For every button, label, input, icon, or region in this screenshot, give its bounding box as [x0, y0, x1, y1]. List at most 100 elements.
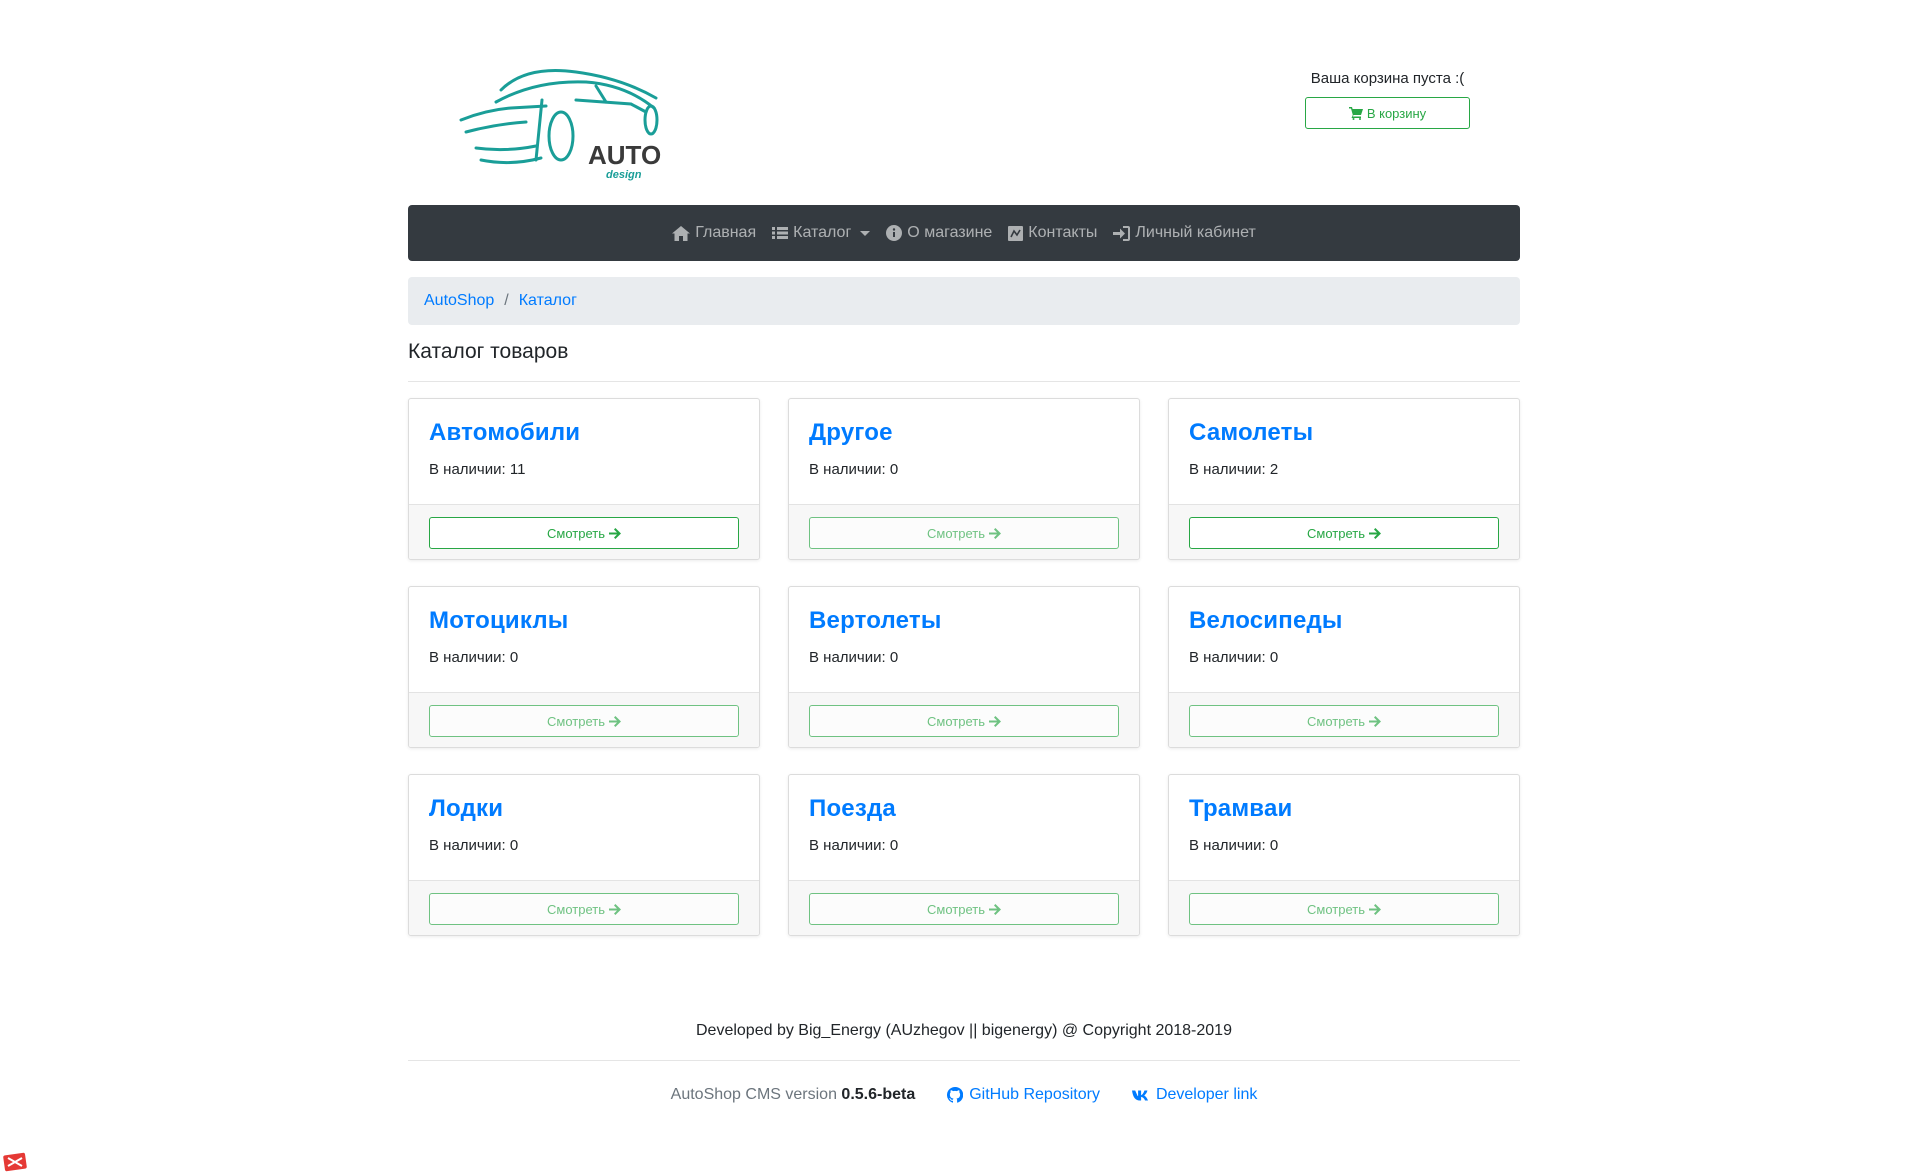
version-info: AutoShop CMS version 0.5.6-beta	[671, 1086, 916, 1104]
breadcrumb: AutoShop / Каталог	[408, 277, 1520, 325]
view-button[interactable]: Смотреть	[1189, 893, 1499, 925]
view-button[interactable]: Смотреть	[429, 705, 739, 737]
chevron-down-icon	[860, 230, 871, 236]
card-title[interactable]: Велосипеды	[1189, 607, 1499, 635]
card-footer: Смотреть	[789, 881, 1139, 935]
view-button-label: Смотреть	[927, 713, 985, 729]
page-title: Каталог товаров	[408, 340, 569, 363]
card-title[interactable]: Вертолеты	[809, 607, 1119, 635]
site-header: AUTO design Ваша корзина пуста :( В корз…	[408, 60, 1520, 190]
developer-link-label: Developer link	[1155, 1086, 1258, 1103]
card-stock: В наличии: 0	[429, 837, 519, 854]
footer-links: AutoShop CMS version 0.5.6-beta GitHub R…	[408, 1086, 1520, 1104]
view-button[interactable]: Смотреть	[1189, 517, 1499, 549]
cart-status: Ваша корзина пуста :(	[1310, 70, 1465, 87]
nav-contacts-label: Контакты	[1028, 224, 1098, 241]
view-button-label: Смотреть	[1307, 713, 1365, 729]
breadcrumb-separator: /	[504, 292, 509, 309]
card-body: Лодки В наличии: 0	[409, 775, 759, 881]
arrow-right-icon	[608, 715, 621, 727]
card-stock: В наличии: 0	[809, 461, 899, 478]
developer-credit: Developed by Big_Energy (AUzhegov || big…	[696, 1022, 1232, 1039]
card-stock: В наличии: 2	[1189, 461, 1279, 478]
footer-divider	[408, 1060, 1520, 1061]
card-stock: В наличии: 0	[809, 649, 899, 666]
card-footer: Смотреть	[1169, 881, 1519, 935]
nav-catalog[interactable]: Каталог	[772, 224, 871, 242]
category-card-boats: Лодки В наличии: 0 Смотреть	[408, 774, 760, 936]
view-button[interactable]: Смотреть	[1189, 705, 1499, 737]
view-button[interactable]: Смотреть	[809, 705, 1119, 737]
arrow-right-icon	[608, 527, 621, 539]
view-button[interactable]: Смотреть	[809, 893, 1119, 925]
card-title[interactable]: Автомобили	[429, 419, 739, 447]
site-logo[interactable]: AUTO design	[456, 60, 662, 182]
version-prefix: AutoShop CMS version	[670, 1086, 837, 1103]
card-footer: Смотреть	[1169, 505, 1519, 559]
nav-catalog-label: Каталог	[793, 224, 852, 241]
card-title[interactable]: Самолеты	[1189, 419, 1499, 447]
view-button-label: Смотреть	[1307, 525, 1365, 541]
view-button[interactable]: Смотреть	[429, 893, 739, 925]
category-card-helicopters: Вертолеты В наличии: 0 Смотреть	[788, 586, 1140, 748]
main-navbar: Главная Каталог О магазине Контакты Личн…	[408, 205, 1520, 261]
card-title[interactable]: Поезда	[809, 795, 1119, 823]
card-body: Мотоциклы В наличии: 0	[409, 587, 759, 693]
card-footer: Смотреть	[409, 881, 759, 935]
breadcrumb-home[interactable]: AutoShop	[424, 292, 494, 310]
card-stock: В наличии: 0	[1189, 837, 1279, 854]
view-button-label: Смотреть	[927, 525, 985, 541]
contact-icon	[1008, 225, 1024, 241]
category-grid: Автомобили В наличии: 11 Смотреть Другое…	[408, 398, 1520, 936]
card-footer: Смотреть	[1169, 693, 1519, 747]
card-body: Трамваи В наличии: 0	[1169, 775, 1519, 881]
view-button-label: Смотреть	[547, 901, 605, 917]
card-body: Самолеты В наличии: 2	[1169, 399, 1519, 505]
card-title[interactable]: Другое	[809, 419, 1119, 447]
arrow-right-icon	[1368, 903, 1381, 915]
svg-text:design: design	[606, 169, 642, 181]
developer-link[interactable]: Developer link	[1131, 1086, 1258, 1104]
browser-extension-icon[interactable]	[2, 1152, 28, 1172]
arrow-right-icon	[988, 715, 1001, 727]
nav-account[interactable]: Личный кабинет	[1113, 224, 1256, 242]
github-icon	[947, 1087, 964, 1103]
nav-home-label: Главная	[695, 224, 757, 241]
card-body: Вертолеты В наличии: 0	[789, 587, 1139, 693]
github-link-label: GitHub Repository	[969, 1086, 1100, 1103]
category-card-bicycles: Велосипеды В наличии: 0 Смотреть	[1168, 586, 1520, 748]
view-button-label: Смотреть	[547, 525, 605, 541]
version-number: 0.5.6-beta	[841, 1086, 916, 1103]
card-stock: В наличии: 0	[1189, 649, 1279, 666]
sign-in-icon	[1113, 225, 1131, 241]
arrow-right-icon	[1368, 527, 1381, 539]
card-footer: Смотреть	[409, 693, 759, 747]
card-title[interactable]: Лодки	[429, 795, 739, 823]
view-button[interactable]: Смотреть	[809, 517, 1119, 549]
card-footer: Смотреть	[409, 505, 759, 559]
arrow-right-icon	[1368, 715, 1381, 727]
card-stock: В наличии: 11	[429, 461, 526, 478]
nav-about[interactable]: О магазине	[886, 224, 992, 242]
card-body: Автомобили В наличии: 11	[409, 399, 759, 505]
card-title[interactable]: Мотоциклы	[429, 607, 739, 635]
card-footer: Смотреть	[789, 505, 1139, 559]
category-card-trains: Поезда В наличии: 0 Смотреть	[788, 774, 1140, 936]
nav-contacts[interactable]: Контакты	[1008, 224, 1097, 242]
category-card-trams: Трамваи В наличии: 0 Смотреть	[1168, 774, 1520, 936]
card-footer: Смотреть	[789, 693, 1139, 747]
list-icon	[772, 227, 789, 239]
card-stock: В наличии: 0	[429, 649, 519, 666]
card-body: Поезда В наличии: 0	[789, 775, 1139, 881]
card-title[interactable]: Трамваи	[1189, 795, 1499, 823]
category-card-planes: Самолеты В наличии: 2 Смотреть	[1168, 398, 1520, 560]
category-card-cars: Автомобили В наличии: 11 Смотреть	[408, 398, 760, 560]
view-button[interactable]: Смотреть	[429, 517, 739, 549]
nav-home[interactable]: Главная	[672, 224, 756, 242]
github-link[interactable]: GitHub Repository	[947, 1086, 1100, 1104]
breadcrumb-catalog[interactable]: Каталог	[519, 292, 577, 310]
title-divider	[408, 381, 1520, 382]
view-button-label: Смотреть	[927, 901, 985, 917]
cart-button[interactable]: В корзину	[1305, 97, 1470, 129]
arrow-right-icon	[988, 903, 1001, 915]
